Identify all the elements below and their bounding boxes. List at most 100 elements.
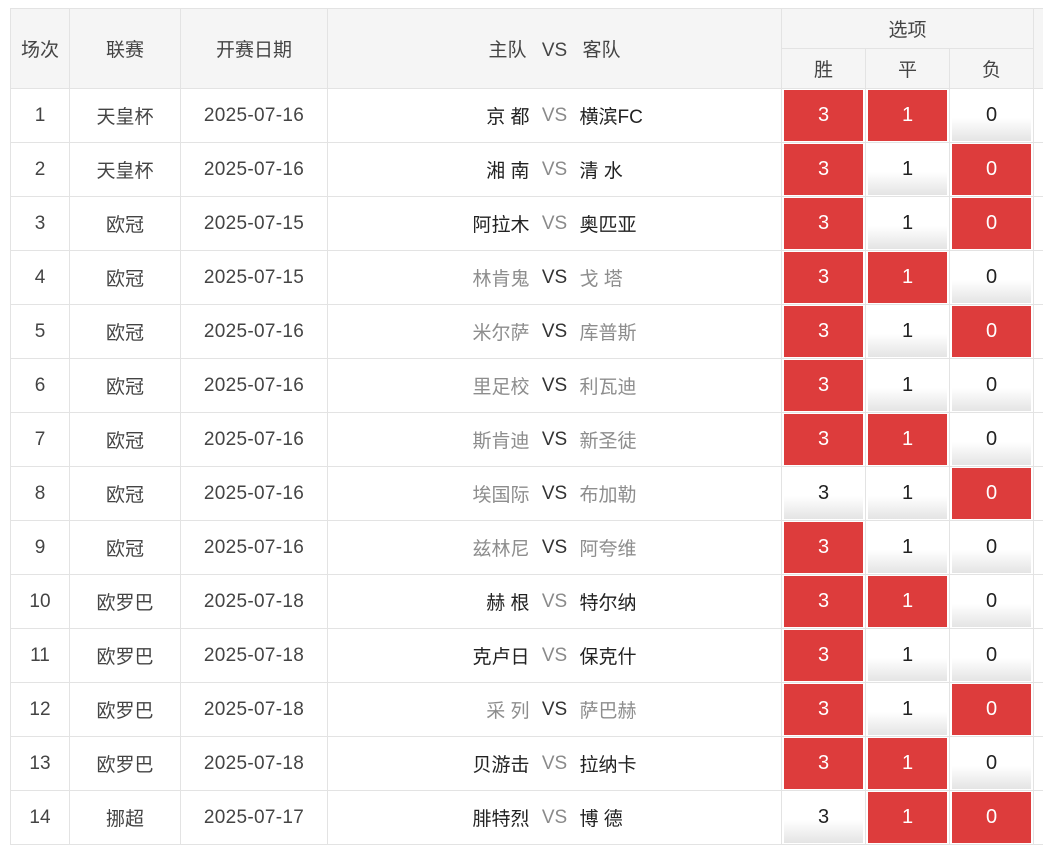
row-index: 5 — [10, 304, 70, 359]
match-table-container: 场次 联赛 开赛日期 主队 VS 客队 选项 胜 平 负 1 天皇杯 2025-07… — [10, 8, 1043, 859]
option-loss-button[interactable]: 0 — [952, 684, 1032, 735]
match-pair: 兹林尼 VS 阿夸维 — [328, 534, 781, 561]
option-loss-button[interactable]: 0 — [952, 522, 1032, 573]
option-loss-button[interactable]: 0 — [952, 468, 1032, 519]
option-loss-button[interactable]: 0 — [952, 90, 1032, 141]
option-loss-button[interactable]: 0 — [952, 792, 1032, 843]
option-win-button[interactable]: 3 — [784, 414, 863, 465]
table-row: 4 欧冠 2025-07-15 林肯鬼 VS 戈 塔 310 — [10, 250, 1043, 305]
option-loss-button[interactable]: 0 — [952, 738, 1032, 789]
row-extra — [1033, 520, 1043, 575]
match-pair: 赫 根 VS 特尔纳 — [328, 588, 781, 615]
away-team: 拉纳卡 — [579, 755, 637, 776]
row-index: 10 — [10, 574, 70, 629]
option-win-cell: 3 — [781, 466, 866, 521]
home-team: 腓特烈 — [472, 809, 530, 830]
option-draw-button[interactable]: 1 — [868, 792, 947, 843]
match-pair: 采 列 VS 萨巴赫 — [328, 696, 781, 723]
row-index: 7 — [10, 412, 70, 467]
option-draw-button[interactable]: 1 — [868, 144, 947, 195]
option-draw-button[interactable]: 1 — [868, 684, 947, 735]
row-league: 欧罗巴 — [69, 682, 181, 737]
row-date: 2025-07-16 — [180, 466, 328, 521]
option-draw-cell: 1 — [865, 628, 950, 683]
option-win-button[interactable]: 3 — [784, 198, 863, 249]
option-draw-button[interactable]: 1 — [868, 738, 947, 789]
option-loss-cell: 0 — [948, 628, 1035, 683]
row-extra — [1033, 304, 1043, 359]
option-draw-button[interactable]: 1 — [868, 360, 947, 411]
option-draw-button[interactable]: 1 — [868, 252, 947, 303]
row-match: 采 列 VS 萨巴赫 — [327, 682, 782, 737]
header-league: 联赛 — [69, 8, 181, 89]
row-extra — [1033, 736, 1043, 791]
option-draw-button[interactable]: 1 — [868, 90, 947, 141]
row-league: 天皇杯 — [69, 88, 181, 143]
option-draw-button[interactable]: 1 — [868, 306, 947, 357]
table-row: 9 欧冠 2025-07-16 兹林尼 VS 阿夸维 3 1 0 — [10, 520, 1043, 575]
option-win-button[interactable]: 3 — [784, 522, 863, 573]
header-extra — [1033, 8, 1043, 89]
row-index: 6 — [10, 358, 70, 413]
match-pair: 湘 南 VS 清 水 — [328, 156, 781, 183]
home-team: 斯肯迪 — [472, 431, 530, 452]
option-loss-button[interactable]: 0 — [952, 198, 1032, 249]
option-loss-button[interactable]: 0 — [952, 252, 1032, 303]
option-win-button[interactable]: 3 — [784, 792, 863, 843]
away-team: 萨巴赫 — [579, 701, 637, 722]
option-loss-button[interactable]: 0 — [952, 576, 1032, 627]
table-row: 12 欧罗巴 2025-07-18 采 列 VS 萨巴赫 3 1 0 — [10, 682, 1043, 737]
row-extra — [1033, 196, 1043, 251]
match-pair: 阿拉木 VS 奥匹亚 — [328, 210, 781, 237]
option-draw-button[interactable]: 1 — [868, 576, 947, 627]
option-win-cell: 3 — [781, 250, 866, 305]
option-win-button[interactable]: 3 — [784, 630, 863, 681]
option-loss-button[interactable]: 0 — [952, 306, 1032, 357]
match-pair: 里足校 VS 利瓦迪 — [328, 372, 781, 399]
option-win-button[interactable]: 3 — [784, 306, 863, 357]
row-date: 2025-07-18 — [180, 574, 328, 629]
vs-label: VS — [541, 536, 568, 558]
option-draw-button[interactable]: 1 — [868, 468, 947, 519]
row-index: 1 — [10, 88, 70, 143]
option-win-cell: 3 — [781, 142, 866, 197]
option-draw-button[interactable]: 1 — [868, 414, 947, 465]
row-date: 2025-07-16 — [180, 412, 328, 467]
option-win-button[interactable]: 3 — [784, 738, 863, 789]
option-win-button[interactable]: 3 — [784, 360, 863, 411]
vs-label: VS — [541, 212, 568, 234]
option-draw-cell: 1 — [865, 196, 950, 251]
option-draw-button[interactable]: 1 — [868, 198, 947, 249]
option-win-button[interactable]: 3 — [784, 144, 863, 195]
home-team: 贝游击 — [472, 755, 530, 776]
table-row: 5 欧冠 2025-07-16 米尔萨 VS 库普斯 3 1 0 — [10, 304, 1043, 359]
option-loss-cell: 0 — [948, 790, 1035, 845]
header-option-win: 胜 — [781, 48, 866, 89]
option-win-button[interactable]: 3 — [784, 576, 863, 627]
row-league: 欧冠 — [69, 358, 181, 413]
vs-label: VS — [541, 806, 568, 828]
option-loss-button[interactable]: 0 — [952, 144, 1032, 195]
away-team: 库普斯 — [579, 323, 637, 344]
option-loss-cell: 0 — [948, 682, 1035, 737]
option-win-cell: 3 — [781, 304, 866, 359]
row-index: 11 — [10, 628, 70, 683]
option-win-button[interactable]: 3 — [784, 90, 863, 141]
option-loss-button[interactable]: 0 — [952, 630, 1032, 681]
table-header: 场次 联赛 开赛日期 主队 VS 客队 选项 胜 平 负 — [10, 8, 1043, 89]
option-win-button[interactable]: 3 — [784, 684, 863, 735]
option-draw-cell: 1 — [865, 466, 950, 521]
row-match: 米尔萨 VS 库普斯 — [327, 304, 782, 359]
option-win-button[interactable]: 3 — [784, 468, 863, 519]
row-date: 2025-07-16 — [180, 304, 328, 359]
row-index: 9 — [10, 520, 70, 575]
option-draw-button[interactable]: 1 — [868, 522, 947, 573]
option-loss-button[interactable]: 0 — [952, 414, 1032, 465]
option-draw-button[interactable]: 1 — [868, 630, 947, 681]
header-option-draw: 平 — [865, 48, 950, 89]
option-loss-button[interactable]: 0 — [952, 360, 1032, 411]
row-league: 欧冠 — [69, 412, 181, 467]
match-pair: 林肯鬼 VS 戈 塔 — [328, 264, 781, 291]
option-win-button[interactable]: 3 — [784, 252, 863, 303]
row-match: 阿拉木 VS 奥匹亚 — [327, 196, 782, 251]
